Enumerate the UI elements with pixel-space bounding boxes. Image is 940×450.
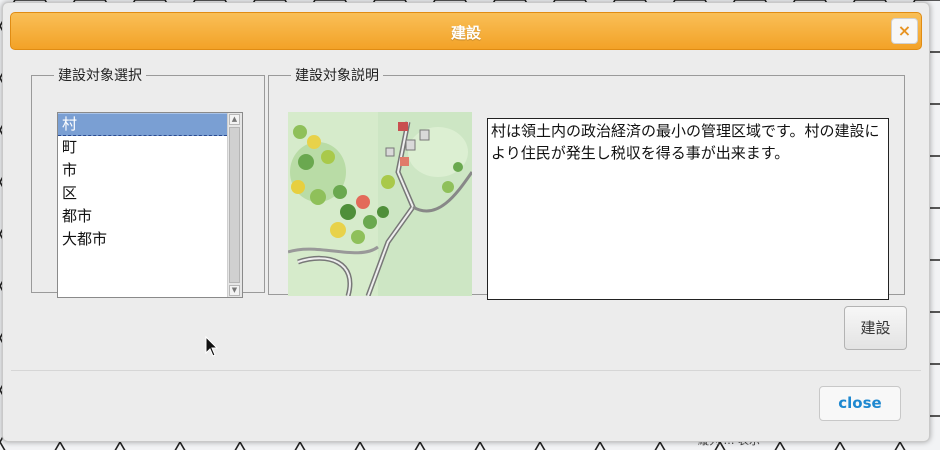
- listbox-scrollbar[interactable]: ▲ ▼: [227, 113, 242, 297]
- scroll-up-icon[interactable]: ▲: [229, 114, 240, 125]
- list-item[interactable]: 区: [58, 182, 227, 205]
- close-button[interactable]: close: [819, 386, 901, 421]
- mouse-cursor-icon: [205, 336, 219, 357]
- target-description-text: 村は領土内の政治経済の最小の管理区域です。村の建設により住民が発生し税収を得る事…: [487, 118, 889, 300]
- target-description-legend: 建設対象説明: [295, 68, 379, 84]
- village-map-image: [288, 112, 472, 296]
- dialog-title: 建設: [450, 24, 481, 42]
- scroll-thumb[interactable]: [229, 127, 240, 283]
- list-item[interactable]: 市: [58, 159, 227, 182]
- build-button[interactable]: 建設: [844, 306, 907, 350]
- list-item[interactable]: 都市: [58, 205, 227, 228]
- button-divider: [11, 370, 921, 371]
- target-selection-group: 建設対象選択 村 町 市 区 都市 大都市 ▲ ▼: [31, 65, 265, 298]
- target-listbox[interactable]: 村 町 市 区 都市 大都市 ▲ ▼: [57, 112, 243, 298]
- list-item[interactable]: 大都市: [58, 228, 227, 251]
- target-description-group: 建設対象説明 村は領土内の政治経済の最小の管理区域です。村の建設により住民が発生…: [268, 65, 905, 300]
- close-icon[interactable]: ×: [891, 18, 918, 44]
- dialog-titlebar[interactable]: 建設 ×: [10, 12, 922, 50]
- build-dialog: 建設 × 建設対象選択 村 町 市 区 都市 大都市 ▲ ▼ 建設対象説明 村は…: [2, 2, 930, 442]
- list-item[interactable]: 町: [58, 136, 227, 159]
- list-item[interactable]: 村: [58, 113, 227, 136]
- target-selection-legend: 建設対象選択: [58, 68, 142, 84]
- scroll-down-icon[interactable]: ▼: [229, 285, 240, 296]
